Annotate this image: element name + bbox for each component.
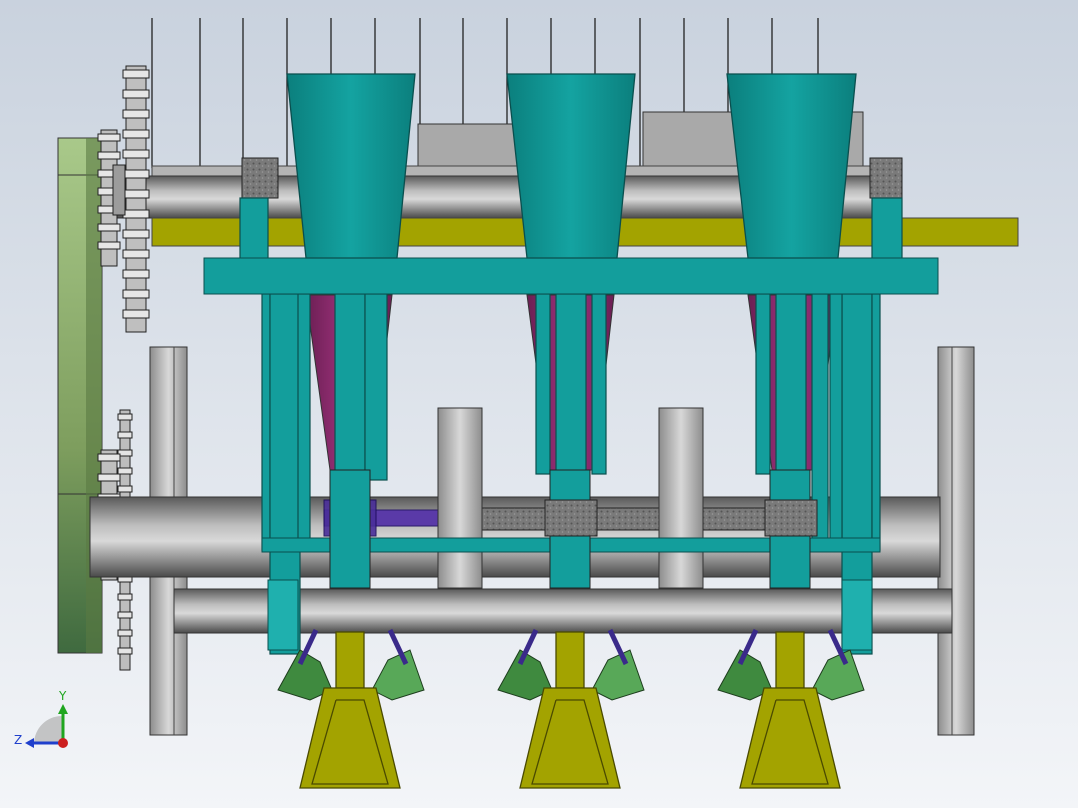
bearing-block-right[interactable] — [869, 157, 903, 199]
seed-hopper-1 — [286, 73, 416, 259]
triad-z-label: Z — [14, 733, 22, 747]
seed-hopper-2 — [506, 73, 636, 259]
triad-y-label: Y — [58, 689, 67, 703]
teal-platform[interactable] — [203, 257, 939, 295]
cad-viewport[interactable]: Y Z — [0, 0, 1078, 808]
seed-hoppers[interactable] — [286, 73, 857, 259]
seed-hopper-3 — [726, 73, 857, 259]
triad-x-axis — [58, 738, 68, 748]
upper-sprocket-large[interactable] — [122, 65, 150, 333]
bearing-block-left[interactable] — [241, 157, 279, 199]
right-ground-wheel[interactable] — [937, 346, 975, 736]
